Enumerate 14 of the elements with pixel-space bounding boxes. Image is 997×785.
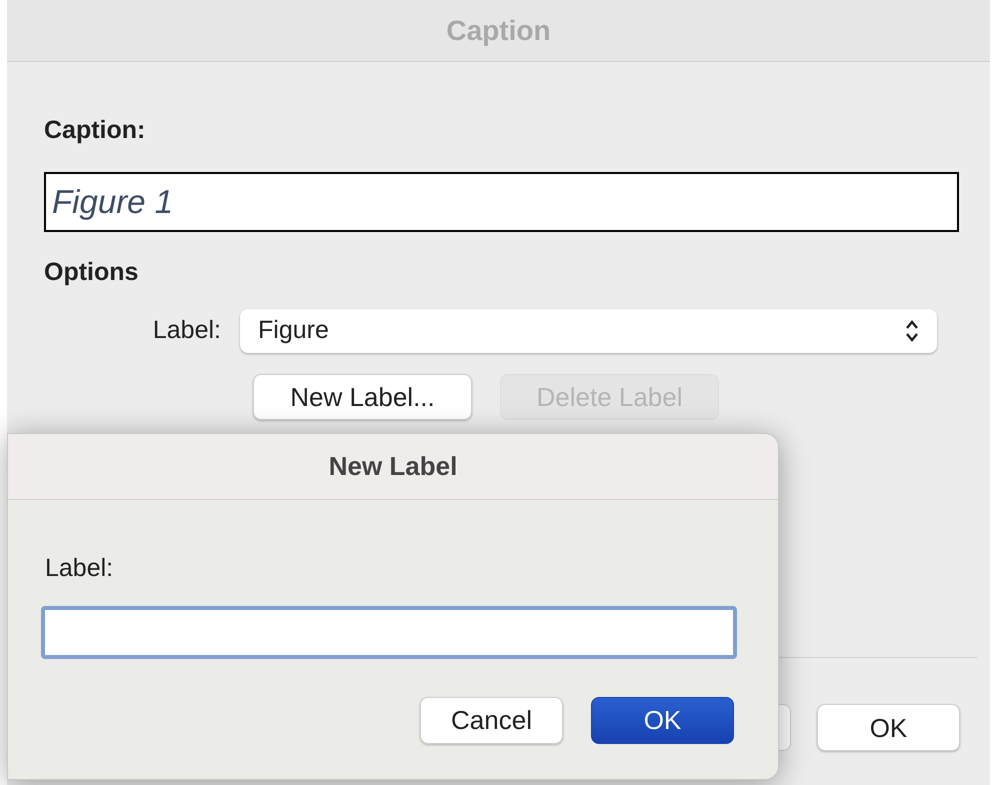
push-button[interactable]: Cancel bbox=[420, 696, 563, 744]
sheet-title: New Label bbox=[328, 450, 458, 483]
label-dropdown[interactable]: Figure bbox=[240, 309, 937, 353]
caption-label: Caption: bbox=[44, 115, 146, 146]
default-button[interactable]: OK bbox=[591, 696, 734, 744]
label-caption: Label: bbox=[45, 553, 114, 584]
push-button[interactable]: New Label... bbox=[253, 374, 472, 420]
chevron-updown-icon bbox=[905, 319, 919, 343]
label-field[interactable] bbox=[41, 606, 737, 658]
caption-field[interactable]: Figure 1 bbox=[44, 172, 959, 232]
options-heading: Options bbox=[44, 256, 138, 288]
push-button[interactable]: OK bbox=[817, 704, 960, 751]
window-title: Caption bbox=[446, 14, 551, 48]
label-caption: Label: bbox=[152, 315, 222, 346]
